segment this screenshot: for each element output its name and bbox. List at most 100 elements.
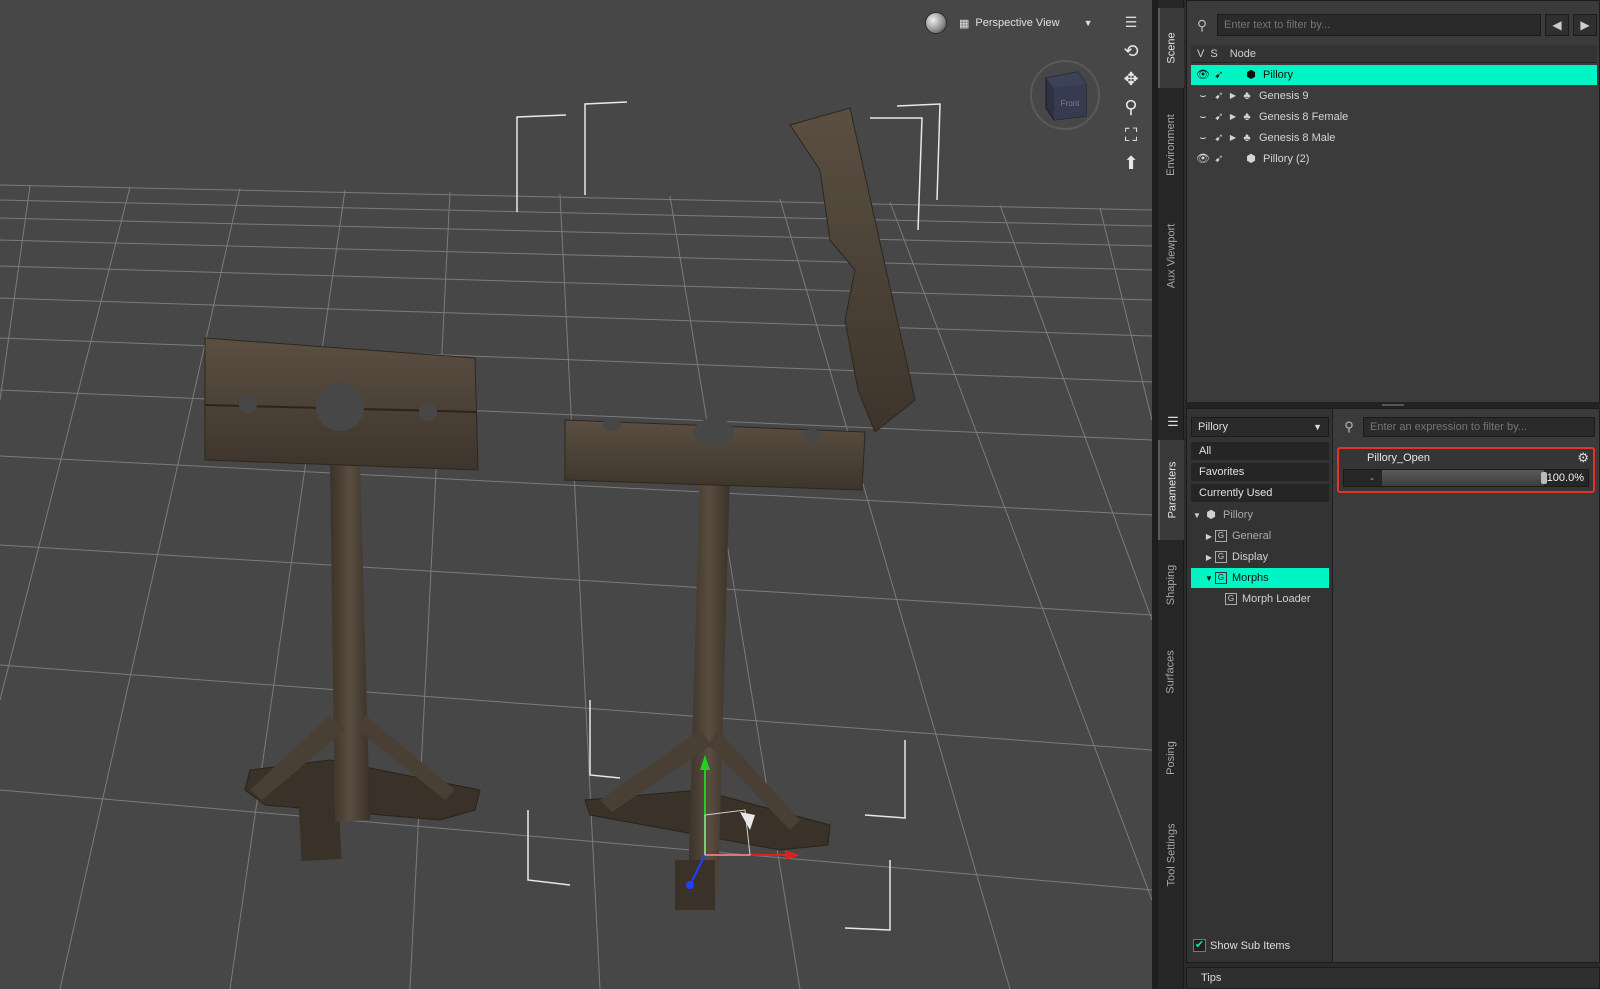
3d-viewport[interactable]: ▦ Perspective View ▼ ☰ ⟲ ✥ ⚲ ⛶ ⬆ Front	[0, 0, 1152, 989]
pillory-right[interactable]	[564, 107, 916, 910]
tree-item-morphs[interactable]: ▼ G Morphs	[1191, 568, 1329, 588]
view-selector[interactable]: ▦ Perspective View ▼	[953, 12, 1099, 34]
expand-arrow-icon[interactable]: ▶	[1203, 553, 1215, 562]
slider-label: Pillory_Open	[1367, 452, 1430, 464]
tree-item-root[interactable]: ▼ ⬢ Pillory	[1191, 505, 1329, 525]
pan-icon[interactable]: ✥	[1119, 68, 1143, 90]
tab-scene[interactable]: Scene	[1158, 8, 1184, 88]
tab-aux-viewport[interactable]: Aux Viewport	[1158, 204, 1184, 308]
group-icon: G	[1215, 551, 1227, 563]
show-sub-items-label: Show Sub Items	[1210, 939, 1291, 952]
pointer-icon[interactable]: ➹	[1211, 88, 1227, 104]
tree-item-label: Morph Loader	[1242, 593, 1311, 605]
pointer-icon[interactable]: ➹	[1211, 130, 1227, 146]
cube-face-label: Front	[1061, 99, 1080, 108]
pillory-left[interactable]	[204, 337, 481, 862]
slider-minus: -	[1370, 471, 1374, 485]
pointer-icon[interactable]: ➹	[1211, 67, 1227, 83]
checkbox[interactable]: ✔	[1193, 939, 1206, 952]
scene-filter-row: ⚲ ◀ ▶	[1191, 13, 1597, 37]
node-label: Genesis 8 Female	[1259, 111, 1349, 123]
category-all[interactable]: All	[1191, 442, 1329, 461]
view-label: Perspective View	[975, 17, 1060, 29]
tips-bar[interactable]: Tips	[1186, 967, 1600, 989]
params-menu-icon[interactable]: ☰	[1164, 414, 1182, 432]
side-tab-bar: Scene Environment Aux Viewport Parameter…	[1158, 0, 1184, 989]
scene-pane: ⚲ ◀ ▶ V S Node 👁 ➹ ⬢ Pillory ⌣ ➹ ▶ ♣ Gen…	[1186, 0, 1600, 403]
tab-shaping[interactable]: Shaping	[1158, 545, 1184, 625]
eye-icon[interactable]: 👁	[1195, 151, 1211, 167]
group-icon: G	[1215, 530, 1227, 542]
tree-item-morph-loader[interactable]: G Morph Loader	[1191, 589, 1329, 609]
collapse-arrow-button[interactable]: ◀	[1545, 14, 1569, 36]
col-selectable[interactable]: S	[1204, 48, 1217, 60]
navigation-tools: ⟲ ✥ ⚲ ⛶ ⬆	[1118, 40, 1144, 174]
tree-item-label: Display	[1232, 551, 1269, 563]
viewport-menu-icon[interactable]: ☰	[1122, 14, 1140, 32]
draw-style-icon[interactable]	[925, 12, 947, 34]
scene-node-row[interactable]: ⌣ ➹ ▶ ♣ Genesis 8 Female	[1191, 107, 1597, 127]
expression-filter-row: ⚲	[1339, 417, 1595, 437]
tab-posing[interactable]: Posing	[1158, 718, 1184, 798]
node-label: Genesis 8 Male	[1259, 132, 1336, 144]
category-currently-used[interactable]: Currently Used	[1191, 484, 1329, 503]
param-values-panel: ⚲ Pillory_Open ⚙ - 100.0%	[1335, 409, 1599, 962]
category-favorites[interactable]: Favorites	[1191, 463, 1329, 482]
eye-closed-icon[interactable]: ⌣	[1195, 109, 1211, 125]
tree-item-label: Pillory	[1223, 509, 1253, 521]
scene-node-row[interactable]: ⌣ ➹ ▶ ♣ Genesis 8 Male	[1191, 128, 1597, 148]
tab-parameters[interactable]: Parameters	[1158, 440, 1184, 540]
expand-arrow-icon[interactable]: ▶	[1227, 130, 1239, 146]
scene-node-row[interactable]: 👁 ➹ ⬢ Pillory (2)	[1191, 149, 1597, 169]
tab-tool-settings[interactable]: Tool Settings	[1158, 805, 1184, 905]
expand-arrow-button[interactable]: ▶	[1573, 14, 1597, 36]
orbit-icon[interactable]: ⟲	[1119, 40, 1143, 62]
tree-item-display[interactable]: ▶ G Display	[1191, 547, 1329, 567]
figure-icon: ♣	[1243, 132, 1251, 144]
tab-environment[interactable]: Environment	[1158, 90, 1184, 200]
view-cube[interactable]: Front	[1028, 58, 1102, 132]
expression-filter-input[interactable]	[1363, 417, 1595, 437]
group-icon: G	[1215, 572, 1227, 584]
scene-node-row[interactable]: ⌣ ➹ ▶ ♣ Genesis 9	[1191, 86, 1597, 106]
tab-surfaces[interactable]: Surfaces	[1158, 632, 1184, 712]
node-label: Pillory	[1263, 69, 1293, 81]
eye-icon[interactable]: 👁	[1195, 67, 1211, 83]
prop-icon: ⬢	[1246, 69, 1256, 81]
scene-filter-input[interactable]	[1217, 14, 1541, 36]
expand-arrow-icon[interactable]: ▶	[1227, 88, 1239, 104]
tree-item-general[interactable]: ▶ G General	[1191, 526, 1329, 546]
scene-render[interactable]	[0, 0, 1152, 989]
slider-fill	[1382, 470, 1544, 486]
chevron-down-icon[interactable]: ▼	[1203, 574, 1215, 583]
col-node[interactable]: Node	[1218, 48, 1256, 60]
tips-label: Tips	[1201, 972, 1222, 984]
eye-closed-icon[interactable]: ⌣	[1195, 88, 1211, 104]
chevron-down-icon: ▼	[1313, 422, 1322, 432]
parameters-pane: Pillory ▼ All Favorites Currently Used ▼…	[1186, 408, 1600, 963]
search-icon: ⚲	[1344, 419, 1354, 434]
expand-arrow-icon[interactable]: ▶	[1203, 532, 1215, 541]
figure-icon: ♣	[1243, 111, 1251, 123]
prop-icon: ⬢	[1206, 509, 1216, 521]
node-selector[interactable]: Pillory ▼	[1191, 417, 1329, 437]
pillory-open-slider-highlight: Pillory_Open ⚙ - 100.0%	[1337, 447, 1595, 493]
pointer-icon[interactable]: ➹	[1211, 109, 1227, 125]
reset-view-icon[interactable]: ⬆	[1119, 152, 1143, 174]
expand-arrow-icon[interactable]: ▶	[1227, 109, 1239, 125]
frame-icon[interactable]: ⛶	[1119, 124, 1143, 146]
eye-closed-icon[interactable]: ⌣	[1195, 130, 1211, 146]
viewport-toolbar: ▦ Perspective View ▼	[925, 12, 1099, 34]
col-visible[interactable]: V	[1191, 48, 1204, 60]
chevron-down-icon[interactable]: ▼	[1191, 511, 1203, 520]
pointer-icon[interactable]: ➹	[1211, 151, 1227, 167]
show-sub-items-toggle[interactable]: ✔ Show Sub Items	[1193, 939, 1290, 952]
param-category-panel: Pillory ▼ All Favorites Currently Used ▼…	[1187, 409, 1333, 962]
tree-item-label: General	[1232, 530, 1272, 542]
zoom-icon[interactable]: ⚲	[1119, 96, 1143, 118]
gear-icon[interactable]: ⚙	[1577, 450, 1589, 466]
pillory-open-slider[interactable]: - 100.0%	[1343, 469, 1589, 487]
scene-node-row[interactable]: 👁 ➹ ⬢ Pillory	[1191, 65, 1597, 85]
slider-value[interactable]: 100.0%	[1547, 470, 1584, 486]
node-label: Pillory (2)	[1263, 153, 1310, 165]
